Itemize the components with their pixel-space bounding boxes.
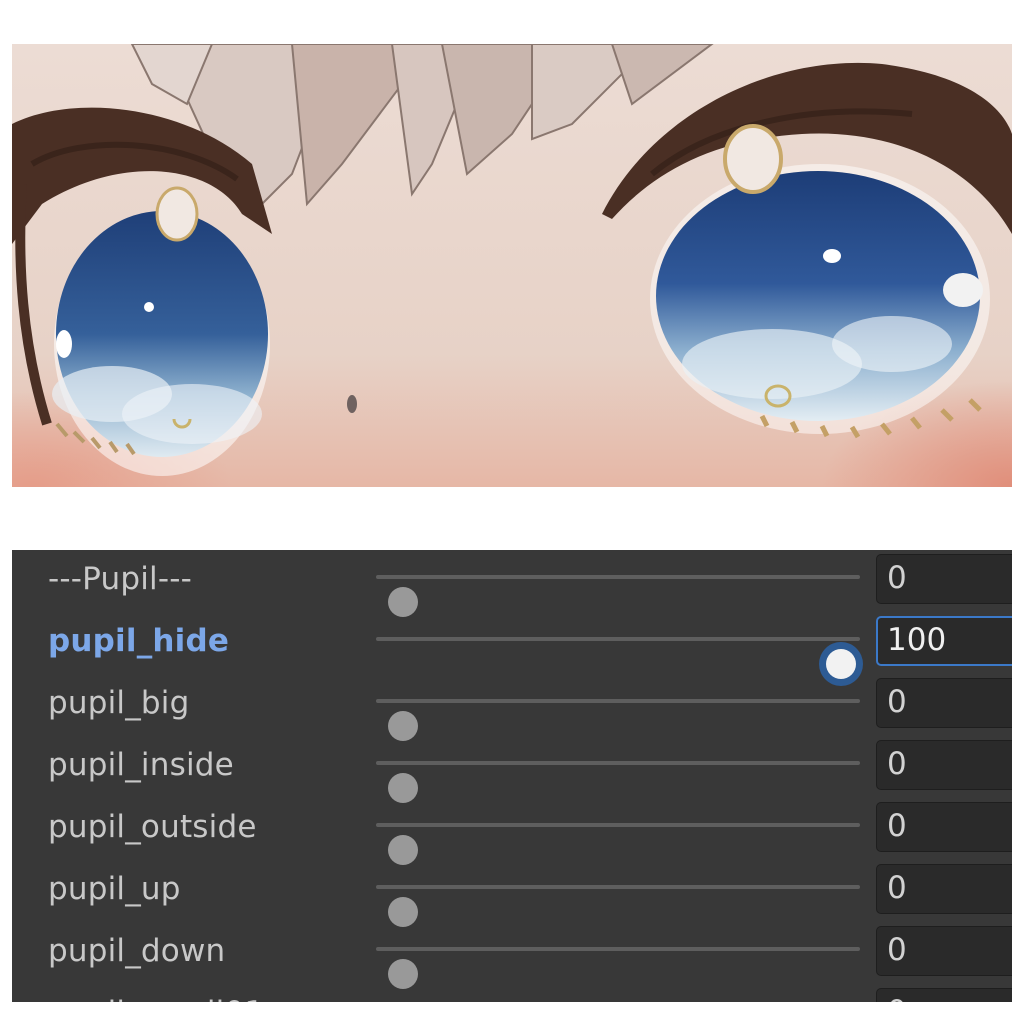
blendshape-label: pupil_outside	[48, 809, 257, 845]
blendshape-slider[interactable]	[376, 575, 860, 617]
nose-mark	[347, 395, 357, 413]
blendshape-row-pupil-down: pupil_down 0	[12, 922, 1012, 989]
blendshape-value-field[interactable]: 0	[876, 988, 1012, 1002]
blendshape-slider[interactable]	[376, 885, 860, 927]
blendshape-row-pupil-hide: pupil_hide 100	[12, 612, 1012, 679]
blendshape-slider[interactable]	[376, 823, 860, 865]
blendshape-row-pupil-small01: pupil_small01 0	[12, 984, 1012, 1002]
blendshape-label: pupil_small01	[48, 994, 264, 1002]
blendshape-row-pupil-outside: pupil_outside 0	[12, 798, 1012, 865]
blendshape-value-field[interactable]: 0	[876, 554, 1012, 604]
blendshape-value-field[interactable]: 0	[876, 926, 1012, 976]
blendshape-row-pupil-header: ---Pupil--- 0	[12, 550, 1012, 617]
blendshape-value-field[interactable]: 0	[876, 678, 1012, 728]
blendshape-label: pupil_big	[48, 685, 190, 721]
blendshape-panel: ---Pupil--- 0 pupil_hide 100 pupil_big 0…	[12, 550, 1012, 1002]
blendshape-value-field[interactable]: 0	[876, 864, 1012, 914]
blendshape-row-pupil-inside: pupil_inside 0	[12, 736, 1012, 803]
blendshape-slider[interactable]	[376, 947, 860, 989]
blendshape-row-pupil-big: pupil_big 0	[12, 674, 1012, 741]
blendshape-slider[interactable]	[376, 699, 860, 741]
blendshape-label: pupil_down	[48, 933, 226, 969]
avatar-preview-viewport[interactable]	[12, 44, 1012, 487]
blendshape-slider[interactable]	[376, 761, 860, 803]
avatar-eyes-render	[12, 44, 1012, 487]
blendshape-slider[interactable]	[376, 637, 860, 679]
blendshape-label: ---Pupil---	[48, 561, 193, 597]
blendshape-row-pupil-up: pupil_up 0	[12, 860, 1012, 927]
blendshape-value-field[interactable]: 0	[876, 802, 1012, 852]
blendshape-value-field[interactable]: 0	[876, 740, 1012, 790]
blendshape-label: pupil_inside	[48, 747, 234, 783]
blendshape-value-field[interactable]: 100	[876, 616, 1012, 666]
blendshape-label: pupil_hide	[48, 623, 230, 659]
blendshape-label: pupil_up	[48, 871, 181, 907]
